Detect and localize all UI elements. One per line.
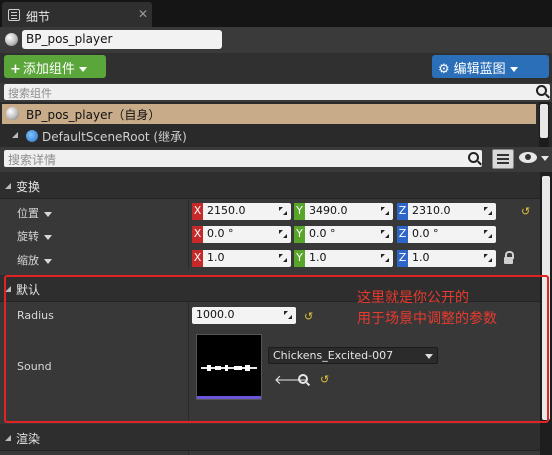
column-divider [188,451,189,455]
details-search-placeholder: 搜索详情 [8,153,57,167]
eye-icon[interactable] [519,152,537,163]
search-icon [468,152,479,163]
rotation-z-field[interactable]: 0.0 ° [408,226,496,243]
category-render[interactable]: 渲染 [0,424,540,451]
location-y-field[interactable]: 3490.0 [305,203,393,220]
category-label: 变换 [16,180,41,194]
component-search-input[interactable]: 搜索组件 [4,84,550,100]
axis-x-label: X [192,250,203,267]
axis-y-label: Y [294,226,305,243]
drag-handle-icon[interactable] [484,254,492,262]
toolbar: + 添加组件 ⚙ 编辑蓝图 [0,53,552,83]
chevron-down-icon [44,258,52,264]
drag-handle-icon[interactable] [279,254,287,262]
property-matrix-button[interactable] [492,149,514,169]
tree-scrollbar[interactable] [539,102,549,147]
tab-details[interactable]: 细节 ✕ [2,2,152,27]
add-component-label: 添加组件 [22,62,75,77]
expand-icon [5,435,11,441]
lock-icon[interactable] [504,251,514,264]
component-search-placeholder: 搜索组件 [8,87,52,100]
scene-component-icon [26,130,38,142]
property-scale: 缩放 X 1.0 Y 1.0 Z 1.0 [0,248,540,271]
scale-label[interactable]: 缩放 [17,252,52,268]
rotation-y-field[interactable]: 0.0 ° [305,226,393,243]
chevron-down-icon [78,67,87,72]
axis-y-label: Y [294,250,305,267]
category-label: 渲染 [16,432,41,446]
reset-icon[interactable]: ↺ [521,205,530,218]
rotation-x-field[interactable]: 0.0 ° [203,226,291,243]
drag-handle-icon[interactable] [381,230,389,238]
tree-item-self[interactable]: BP_pos_player（自身） [2,104,536,124]
search-icon [536,85,547,96]
chevron-down-icon [509,67,518,72]
axis-x-label: X [192,203,203,220]
axis-z-label: Z [397,226,408,243]
tree-item-label: BP_pos_player（自身） [26,108,161,122]
property-location: 位置 X 2150.0 Y 3490.0 Z 2310.0 ↺ [0,201,540,224]
drag-handle-icon[interactable] [484,207,492,215]
edit-blueprint-label: 编辑蓝图 [453,62,506,77]
annotation-text: 这里就是你公开的 用于场景中调整的参数 [357,288,497,330]
drag-handle-icon[interactable] [484,230,492,238]
tree-item-default-scene-root[interactable]: DefaultSceneRoot (继承) [12,128,187,145]
chevron-down-icon [44,234,52,240]
rotation-label[interactable]: 旋转 [17,228,52,244]
scale-x-field[interactable]: 1.0 [203,250,291,267]
scale-z-field[interactable]: 1.0 [408,250,496,267]
tree-item-label: DefaultSceneRoot (继承) [42,130,187,144]
blueprint-name-input[interactable]: BP_pos_player [22,30,222,49]
details-search-input[interactable]: 搜索详情 [4,150,482,167]
component-tree: BP_pos_player（自身） DefaultSceneRoot (继承) [0,102,552,147]
drag-handle-icon[interactable] [381,254,389,262]
tab-bar: 细节 ✕ [0,0,552,27]
plus-icon: + [10,62,21,77]
chevron-down-icon [44,211,52,217]
axis-x-label: X [192,226,203,243]
add-component-button[interactable]: + 添加组件 [4,55,106,78]
scroll-thumb[interactable] [540,104,548,138]
drag-handle-icon[interactable] [279,230,287,238]
edit-blueprint-button[interactable]: ⚙ 编辑蓝图 [432,55,549,78]
gears-icon: ⚙ [438,62,450,77]
axis-z-label: Z [397,203,408,220]
chevron-down-icon[interactable] [541,156,549,161]
scale-y-field[interactable]: 1.0 [305,250,393,267]
annotation-line: 这里就是你公开的 [357,290,469,306]
tab-title: 细节 [26,10,51,24]
location-x-field[interactable]: 2150.0 [203,203,291,220]
category-transform[interactable]: 变换 [0,172,540,199]
details-icon [8,9,20,21]
location-label[interactable]: 位置 [17,205,52,221]
close-icon[interactable]: ✕ [138,7,148,21]
name-row: BP_pos_player [0,27,552,53]
location-z-field[interactable]: 2310.0 [408,203,496,220]
axis-y-label: Y [294,203,305,220]
drag-handle-icon[interactable] [279,207,287,215]
annotation-line: 用于场景中调整的参数 [357,311,497,327]
actor-icon [5,33,18,46]
axis-z-label: Z [397,250,408,267]
property-rotation: 旋转 X 0.0 ° Y 0.0 ° Z 0.0 ° [0,224,540,247]
expand-icon [5,183,11,189]
expand-icon[interactable] [12,132,18,138]
drag-handle-icon[interactable] [381,207,389,215]
actor-icon [6,107,19,120]
